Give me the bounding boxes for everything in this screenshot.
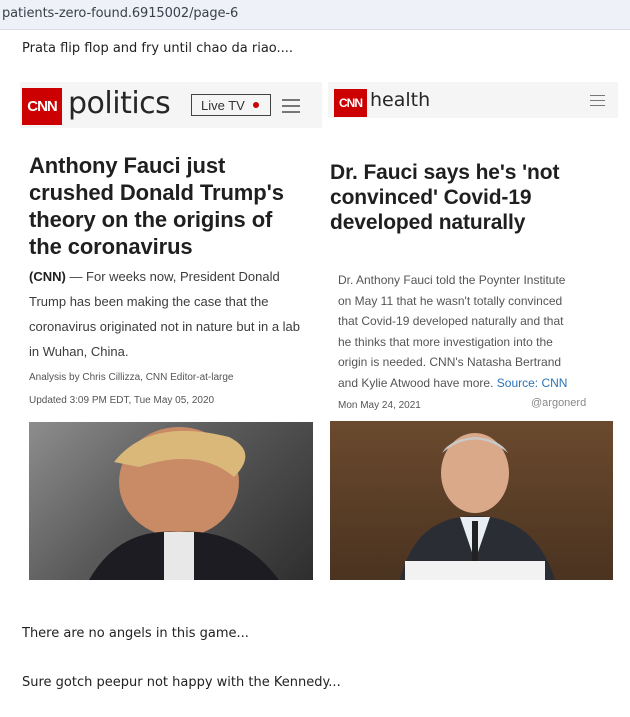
summary-line: Trump has been making the case that the xyxy=(29,294,269,309)
cnn-politics-header xyxy=(20,82,322,128)
cnn-politics-screenshot: CNN politics Live TV Anthony Fauci just … xyxy=(20,82,322,587)
article-summary: (CNN) — For weeks now, President Donald … xyxy=(29,264,300,364)
cnn-logo: CNN xyxy=(334,89,367,117)
live-tv-label: Live TV xyxy=(201,97,245,113)
article-date: Mon May 24, 2021 xyxy=(338,400,421,411)
trump-photo xyxy=(29,422,313,580)
section-name-health: health xyxy=(370,89,431,111)
url-text[interactable]: patients-zero-found.6915002/page-6 xyxy=(2,6,238,21)
summary-line: coronavirus originated not in nature but… xyxy=(29,319,301,334)
fauci-photo xyxy=(330,421,613,580)
summary-line: he thinks that more investigation into t… xyxy=(338,334,553,349)
headline-line: the coronavirus xyxy=(29,234,193,259)
source-label: (CNN) xyxy=(29,269,66,284)
hamburger-menu-icon[interactable] xyxy=(590,95,605,110)
summary-line: on May 11 that he wasn't totally convinc… xyxy=(338,293,563,308)
headline-line: Dr. Fauci says he's 'not xyxy=(330,161,560,184)
headline-line: convinced' Covid-19 xyxy=(330,186,532,209)
headline-line: developed naturally xyxy=(330,211,526,234)
source-link[interactable]: Source: CNN xyxy=(497,376,568,390)
live-dot-icon xyxy=(252,102,259,108)
author-handle: @argonerd xyxy=(531,397,587,409)
cnn-health-screenshot: CNN health Dr. Fauci says he's 'not conv… xyxy=(328,82,618,587)
headline-line: Anthony Fauci just xyxy=(29,153,226,178)
headline: Anthony Fauci just crushed Donald Trump'… xyxy=(29,152,284,260)
headline-line: theory on the origins of xyxy=(29,207,273,232)
summary-line: origin is needed. CNN's Natasha Bertrand xyxy=(338,355,562,369)
post-text-line-2: There are no angels in this game... xyxy=(22,626,249,641)
cnn-logo: CNN xyxy=(22,88,62,125)
headline-line: crushed Donald Trump's xyxy=(29,180,284,205)
browser-url-bar[interactable]: patients-zero-found.6915002/page-6 xyxy=(0,0,630,30)
summary-line: that Covid-19 developed naturally and th… xyxy=(338,314,564,328)
summary-line: Dr. Anthony Fauci told the Poynter Insti… xyxy=(338,273,566,287)
post-text-line-1: Prata flip flop and fry until chao da ri… xyxy=(22,41,294,56)
article-summary: Dr. Anthony Fauci told the Poynter Insti… xyxy=(338,270,567,393)
headline: Dr. Fauci says he's 'not convinced' Covi… xyxy=(330,160,559,235)
summary-line: and Kylie Atwood have more. xyxy=(338,375,494,390)
live-tv-button[interactable]: Live TV xyxy=(191,94,271,116)
hamburger-menu-icon[interactable] xyxy=(282,99,300,117)
post-text-line-3: Sure gotch peepur not happy with the Ken… xyxy=(22,675,341,690)
summary-line: in Wuhan, China. xyxy=(29,344,129,359)
byline: Analysis by Chris Cillizza, CNN Editor-a… xyxy=(29,372,234,383)
section-name-politics: politics xyxy=(68,86,171,121)
updated-timestamp: Updated 3:09 PM EDT, Tue May 05, 2020 xyxy=(29,395,215,406)
summary-line: — For weeks now, President Donald xyxy=(65,269,280,284)
